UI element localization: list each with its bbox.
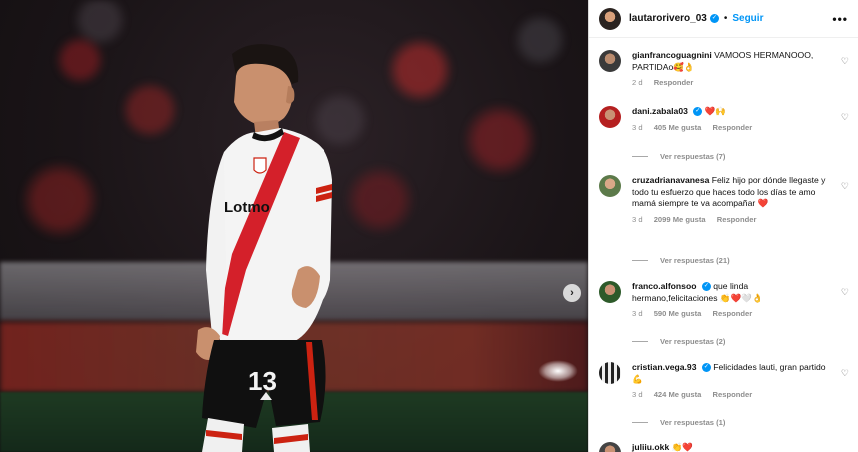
commenter-avatar[interactable]: [599, 442, 621, 452]
jersey-sponsor: Lotmo: [224, 199, 270, 216]
comment-username[interactable]: juliiu.okk: [632, 442, 669, 452]
heart-outline-icon[interactable]: ♡: [841, 287, 849, 298]
comment-username[interactable]: franco.alfonsoo: [632, 281, 696, 291]
commenter-avatar[interactable]: [599, 106, 621, 128]
comments-panel: lautarorivero_03 ✓ • Seguir ••• gianfran…: [588, 0, 858, 452]
verified-badge-icon: ✓: [693, 107, 703, 117]
reply-button[interactable]: Responder: [717, 215, 757, 224]
commenter-avatar[interactable]: [599, 362, 621, 384]
verified-badge-icon: ✓: [701, 282, 711, 292]
comment-time[interactable]: 2 d: [632, 78, 643, 87]
heart-outline-icon[interactable]: ♡: [841, 56, 849, 67]
comment-username[interactable]: cruzadrianavanesa: [632, 175, 709, 185]
reply-button[interactable]: Responder: [713, 309, 753, 318]
commenter-avatar[interactable]: [599, 175, 621, 197]
reply-button[interactable]: Responder: [713, 123, 753, 132]
jersey-number: 13: [248, 366, 277, 396]
carousel-next-icon[interactable]: ›: [563, 284, 581, 302]
post-photo[interactable]: Lotmo 13 ›: [0, 0, 588, 452]
commenter-avatar[interactable]: [599, 50, 621, 72]
comment-likes[interactable]: 2099 Me gusta: [654, 215, 706, 224]
view-replies-button[interactable]: Ver respuestas (21): [632, 256, 730, 265]
author-avatar[interactable]: [599, 7, 621, 30]
verified-badge-icon: ✓: [701, 363, 711, 373]
commenter-avatar[interactable]: [599, 281, 621, 303]
post-viewer: Lotmo 13 › lautarorivero_03 ✓ • Seguir •…: [0, 0, 858, 452]
comment-username[interactable]: gianfrancoguagnini: [632, 50, 712, 60]
heart-outline-icon[interactable]: ♡: [841, 112, 849, 123]
heart-outline-icon[interactable]: ♡: [841, 368, 849, 379]
comment-username[interactable]: cristian.vega.93: [632, 362, 697, 372]
view-replies-button[interactable]: Ver respuestas (1): [632, 418, 725, 427]
comment-text: 👏❤️: [671, 442, 694, 452]
football-player: Lotmo 13: [196, 44, 332, 452]
reply-button[interactable]: Responder: [654, 78, 694, 87]
author-username[interactable]: lautarorivero_03: [629, 13, 707, 24]
comment-likes[interactable]: 590 Me gusta: [654, 309, 702, 318]
separator-dot: •: [723, 13, 728, 24]
comment-likes[interactable]: 424 Me gusta: [654, 390, 702, 399]
comment-time[interactable]: 3 d: [632, 390, 643, 399]
follow-button[interactable]: Seguir: [732, 13, 763, 24]
more-options-icon[interactable]: •••: [832, 12, 848, 26]
comment-text: ❤️🙌: [704, 106, 727, 116]
reply-button[interactable]: Responder: [713, 390, 753, 399]
verified-badge-icon: ✓: [709, 14, 719, 23]
view-replies-button[interactable]: Ver respuestas (7): [632, 152, 725, 161]
comment-time[interactable]: 3 d: [632, 215, 643, 224]
post-header: lautarorivero_03 ✓ • Seguir •••: [589, 0, 858, 38]
view-replies-button[interactable]: Ver respuestas (2): [632, 337, 725, 346]
stadium-light: [538, 360, 578, 382]
comment-username[interactable]: dani.zabala03: [632, 106, 688, 116]
comment-time[interactable]: 3 d: [632, 123, 643, 132]
heart-outline-icon[interactable]: ♡: [841, 181, 849, 192]
comment-time[interactable]: 3 d: [632, 309, 643, 318]
comment-likes[interactable]: 405 Me gusta: [654, 123, 702, 132]
